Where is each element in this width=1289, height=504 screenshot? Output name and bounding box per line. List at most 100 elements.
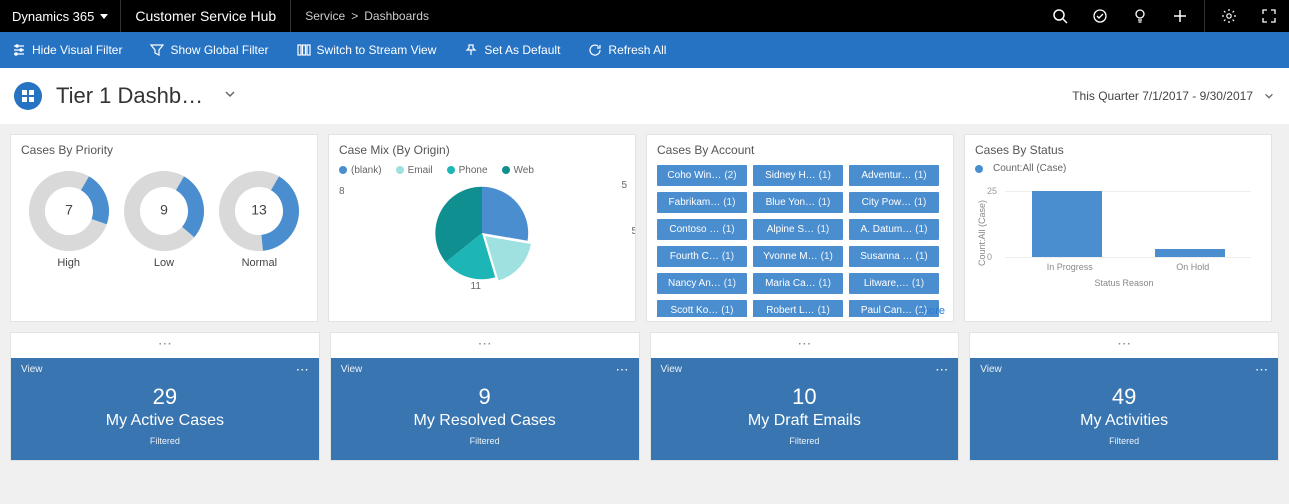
stream-body-menu-icon[interactable]: ⋯ (1255, 362, 1268, 378)
fullscreen-icon[interactable] (1249, 0, 1289, 32)
pin-icon (464, 43, 478, 57)
dashboard-icon (14, 82, 42, 110)
columns-icon (297, 43, 311, 57)
stream-menu-icon[interactable]: ⋯ (970, 333, 1278, 358)
breadcrumb-current[interactable]: Dashboards (364, 9, 429, 23)
stream-view-link[interactable]: View (980, 364, 1002, 375)
stream-menu-icon[interactable]: ⋯ (11, 333, 319, 358)
stream-body-menu-icon[interactable]: ⋯ (296, 362, 309, 378)
pie-label: 8 (339, 186, 345, 197)
stream-view-link[interactable]: View (661, 364, 683, 375)
gear-icon[interactable] (1209, 0, 1249, 32)
stream-view-link[interactable]: View (341, 364, 363, 375)
bar-legend: Count:All (Case) (975, 163, 1261, 174)
account-tag-area[interactable]: Coho Win…(2) Sidney H…(1) Adventur…(1) F… (657, 165, 943, 317)
stream-card: ⋯ View ⋯ 10 My Draft Emails Filtered (650, 332, 960, 461)
show-global-filter-button[interactable]: Show Global Filter (146, 43, 272, 57)
stream-menu-icon[interactable]: ⋯ (331, 333, 639, 358)
card-cases-by-account: Cases By Account Coho Win…(2) Sidney H…(… (646, 134, 954, 322)
account-tag[interactable]: Fabrikam…(1) (657, 192, 747, 213)
card-case-mix-by-origin: Case Mix (By Origin) (blank) Email Phone… (328, 134, 636, 322)
set-default-button[interactable]: Set As Default (460, 43, 564, 57)
stream-view-link[interactable]: View (21, 364, 43, 375)
stream-card: ⋯ View ⋯ 9 My Resolved Cases Filtered (330, 332, 640, 461)
breadcrumb-root[interactable]: Service (305, 9, 345, 23)
status-bar[interactable] (1032, 191, 1102, 257)
chevron-down-icon (100, 14, 108, 19)
account-tag[interactable]: Robert L…(1) (753, 300, 843, 317)
account-tag[interactable]: Susanna …(1) (849, 246, 939, 267)
status-bar[interactable] (1155, 249, 1225, 257)
card-title: Cases By Priority (21, 143, 307, 157)
chevron-down-icon (1263, 90, 1275, 102)
svg-text:7: 7 (65, 202, 73, 218)
title-row: Tier 1 Dashb… This Quarter 7/1/2017 - 9/… (0, 68, 1289, 124)
account-tag[interactable]: City Pow…(1) (849, 192, 939, 213)
stream-body-menu-icon[interactable]: ⋯ (616, 362, 629, 378)
card-cases-by-priority: Cases By Priority 7 High 9 Low (10, 134, 318, 322)
status-bar-chart[interactable]: Count:All (Case) 0 25 In ProgressOn Hold… (975, 178, 1261, 288)
donut-normal[interactable]: 13 Normal (219, 171, 299, 269)
stream-name: My Draft Emails (661, 412, 949, 430)
origin-pie[interactable]: 5 5 11 8 (339, 178, 625, 288)
dashboard-title: Tier 1 Dashb… (56, 83, 203, 109)
stream-name: My Active Cases (21, 412, 309, 430)
account-tag[interactable]: Fourth C…(1) (657, 246, 747, 267)
stream-count: 29 (21, 384, 309, 410)
visual-filter-row: Cases By Priority 7 High 9 Low (0, 124, 1289, 322)
svg-text:13: 13 (252, 202, 268, 218)
app-name[interactable]: Customer Service Hub (120, 0, 291, 32)
stream-count: 10 (661, 384, 949, 410)
account-tag[interactable]: Scott Ko…(1) (657, 300, 747, 317)
breadcrumb-sep: > (351, 9, 358, 23)
card-title: Cases By Account (657, 143, 943, 157)
task-icon[interactable] (1080, 0, 1120, 32)
refresh-icon (588, 43, 602, 57)
stream-count: 49 (980, 384, 1268, 410)
stream-card: ⋯ View ⋯ 29 My Active Cases Filtered (10, 332, 320, 461)
stream-filtered-label: Filtered (21, 436, 309, 446)
date-range-picker[interactable]: This Quarter 7/1/2017 - 9/30/2017 (1072, 89, 1275, 103)
stream-body-menu-icon[interactable]: ⋯ (935, 362, 948, 378)
breadcrumb: Service > Dashboards (291, 9, 443, 23)
stream-filtered-label: Filtered (980, 436, 1268, 446)
stream-name: My Activities (980, 412, 1268, 430)
command-bar: Hide Visual Filter Show Global Filter Sw… (0, 32, 1289, 68)
lightbulb-icon[interactable] (1120, 0, 1160, 32)
donut-high[interactable]: 7 High (29, 171, 109, 269)
account-tag[interactable]: Adventur…(1) (849, 165, 939, 186)
more-link[interactable]: more (920, 305, 945, 317)
account-tag[interactable]: Alpine S…(1) (753, 219, 843, 240)
stream-filtered-label: Filtered (661, 436, 949, 446)
pie-label: 5 (621, 180, 627, 191)
stream-filtered-label: Filtered (341, 436, 629, 446)
search-icon[interactable] (1040, 0, 1080, 32)
card-cases-by-status: Cases By Status Count:All (Case) Count:A… (964, 134, 1272, 322)
account-tag[interactable]: Maria Ca…(1) (753, 273, 843, 294)
account-tag[interactable]: Blue Yon…(1) (753, 192, 843, 213)
brand-switcher[interactable]: Dynamics 365 (0, 9, 120, 24)
switch-stream-button[interactable]: Switch to Stream View (293, 43, 441, 57)
svg-text:9: 9 (160, 202, 168, 218)
dashboard-picker[interactable] (223, 87, 237, 106)
account-tag[interactable]: Contoso …(1) (657, 219, 747, 240)
stream-card: ⋯ View ⋯ 49 My Activities Filtered (969, 332, 1279, 461)
stream-count: 9 (341, 384, 629, 410)
sliders-icon (12, 43, 26, 57)
account-tag[interactable]: Sidney H…(1) (753, 165, 843, 186)
pie-label: 5 (631, 226, 636, 237)
account-tag[interactable]: Litware,…(1) (849, 273, 939, 294)
account-tag[interactable]: Nancy An…(1) (657, 273, 747, 294)
topbar-icons (1040, 0, 1289, 32)
pie-label: 11 (471, 281, 481, 292)
hide-visual-filter-button[interactable]: Hide Visual Filter (8, 43, 126, 57)
account-tag[interactable]: Yvonne M…(1) (753, 246, 843, 267)
stream-menu-icon[interactable]: ⋯ (651, 333, 959, 358)
account-tag[interactable]: A. Datum…(1) (849, 219, 939, 240)
add-icon[interactable] (1160, 0, 1200, 32)
donut-low[interactable]: 9 Low (124, 171, 204, 269)
pie-legend: (blank) Email Phone Web (339, 165, 625, 176)
brand-label: Dynamics 365 (12, 9, 94, 24)
refresh-all-button[interactable]: Refresh All (584, 43, 670, 57)
account-tag[interactable]: Coho Win…(2) (657, 165, 747, 186)
